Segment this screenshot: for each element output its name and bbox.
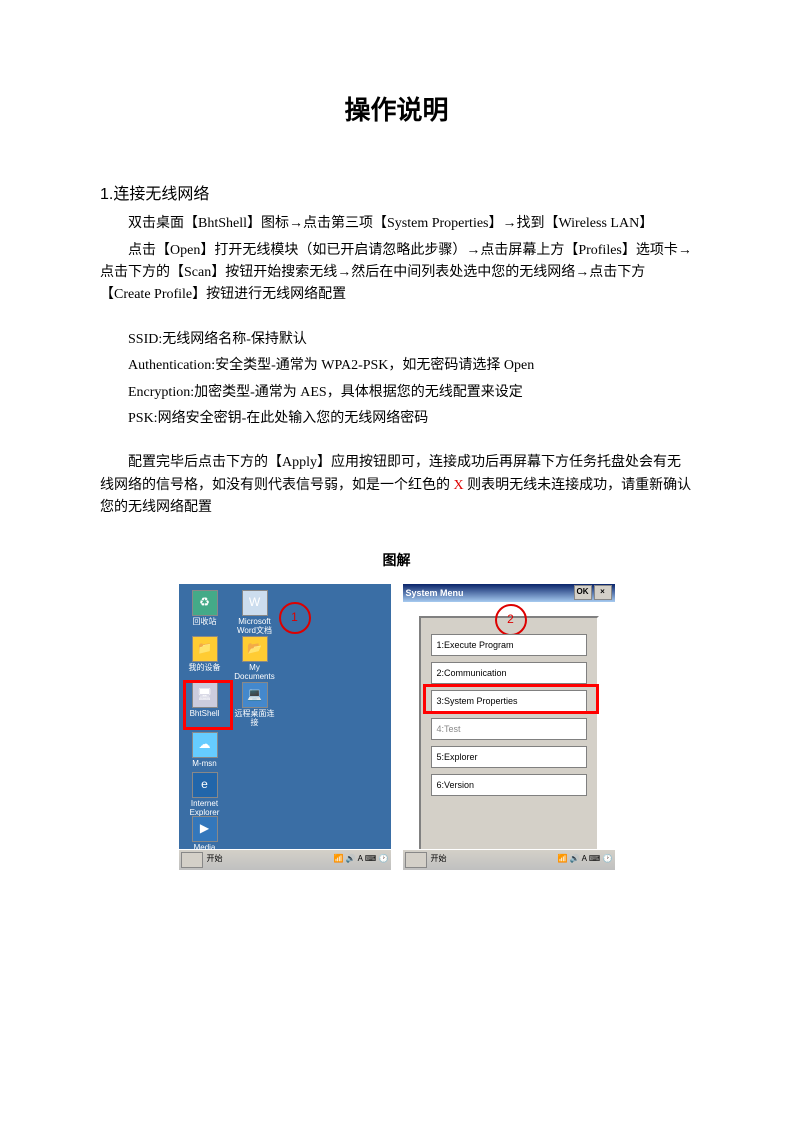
menu-execute-program[interactable]: 1:Execute Program (431, 634, 587, 656)
start-label-2: 开始 (431, 853, 447, 866)
doc-title: 操作说明 (100, 90, 693, 132)
figure-row: ♻ 回收站 W Microsoft Word文档 📁 我的设备 📂 My Doc… (100, 584, 693, 870)
ok-button[interactable]: OK (574, 585, 592, 600)
cfg-auth: Authentication:安全类型-通常为 WPA2-PSK，如无密码请选择… (100, 355, 693, 377)
para-1: 双击桌面【BhtShell】图标→点击第三项【System Properties… (100, 213, 693, 235)
menu-communication[interactable]: 2:Communication (431, 662, 587, 684)
remote-icon: 💻 (242, 682, 268, 708)
icon-mydocs[interactable]: 📂 My Documents (233, 636, 277, 682)
icon-recycle-bin[interactable]: ♻ 回收站 (183, 590, 227, 627)
icon-label: Microsoft Word文档 (233, 618, 277, 636)
icon-label: My Documents (233, 664, 277, 682)
ie-icon: e (192, 772, 218, 798)
icon-ie[interactable]: e Internet Explorer (183, 772, 227, 818)
tray-icons-2: 📶 🔊 A ⌨ 🕑 (558, 853, 613, 866)
menu-explorer[interactable]: 5:Explorer (431, 746, 587, 768)
tray-icons: 📶 🔊 A ⌨ 🕑 (334, 853, 389, 866)
menu-test[interactable]: 4:Test (431, 718, 587, 740)
icon-msn[interactable]: ☁ M-msn (183, 732, 227, 769)
icon-word[interactable]: W Microsoft Word文档 (233, 590, 277, 636)
menu-version[interactable]: 6:Version (431, 774, 587, 796)
screenshot-system-menu: System Menu OK × 2 1:Execute Program 2:C… (403, 584, 615, 870)
folder-icon: 📂 (242, 636, 268, 662)
icon-label: BhtShell (183, 710, 227, 719)
device-icon: 📁 (192, 636, 218, 662)
red-x: X (454, 478, 464, 493)
icon-bhtshell[interactable]: 🖥 BhtShell (183, 682, 227, 719)
recycle-icon: ♻ (192, 590, 218, 616)
msn-icon: ☁ (192, 732, 218, 758)
taskbar-2[interactable]: 开始 📶 🔊 A ⌨ 🕑 (403, 849, 615, 870)
icon-label: 我的设备 (183, 664, 227, 673)
start-button-2[interactable] (405, 852, 427, 868)
icon-label: 回收站 (183, 618, 227, 627)
icon-remote[interactable]: 💻 远程桌面连接 (233, 682, 277, 728)
para-3: 配置完毕后点击下方的【Apply】应用按钮即可，连接成功后再屏幕下方任务托盘处会… (100, 452, 693, 519)
window-title: System Menu (406, 586, 464, 600)
media-icon: ▶ (192, 816, 218, 842)
bhtshell-icon: 🖥 (192, 682, 218, 708)
section-text: 连接无线网络 (113, 186, 209, 203)
screenshot-desktop: ♻ 回收站 W Microsoft Word文档 📁 我的设备 📂 My Doc… (179, 584, 391, 870)
step-marker-1: 1 (279, 602, 311, 634)
window-titlebar: System Menu OK × (403, 584, 615, 602)
icon-label: Internet Explorer (183, 800, 227, 818)
menu-system-properties[interactable]: 3:System Properties (431, 690, 587, 712)
cfg-enc: Encryption:加密类型-通常为 AES，具体根据您的无线配置来设定 (100, 382, 693, 404)
word-icon: W (242, 590, 268, 616)
section-number: 1. (100, 186, 113, 203)
start-button[interactable] (181, 852, 203, 868)
menu-panel: 1:Execute Program 2:Communication 3:Syst… (419, 616, 599, 860)
cfg-ssid: SSID:无线网络名称-保持默认 (100, 329, 693, 351)
close-button[interactable]: × (594, 585, 612, 600)
section-1-heading: 1.连接无线网络 (100, 182, 693, 208)
cfg-psk: PSK:网络安全密钥-在此处输入您的无线网络密码 (100, 408, 693, 430)
para-2: 点击【Open】打开无线模块（如已开启请忽略此步骤）→点击屏幕上方【Profil… (100, 240, 693, 307)
icon-label: 远程桌面连接 (233, 710, 277, 728)
start-label: 开始 (207, 853, 223, 866)
taskbar[interactable]: 开始 📶 🔊 A ⌨ 🕑 (179, 849, 391, 870)
icon-device[interactable]: 📁 我的设备 (183, 636, 227, 673)
icon-label: M-msn (183, 760, 227, 769)
figure-label: 图解 (100, 549, 693, 571)
